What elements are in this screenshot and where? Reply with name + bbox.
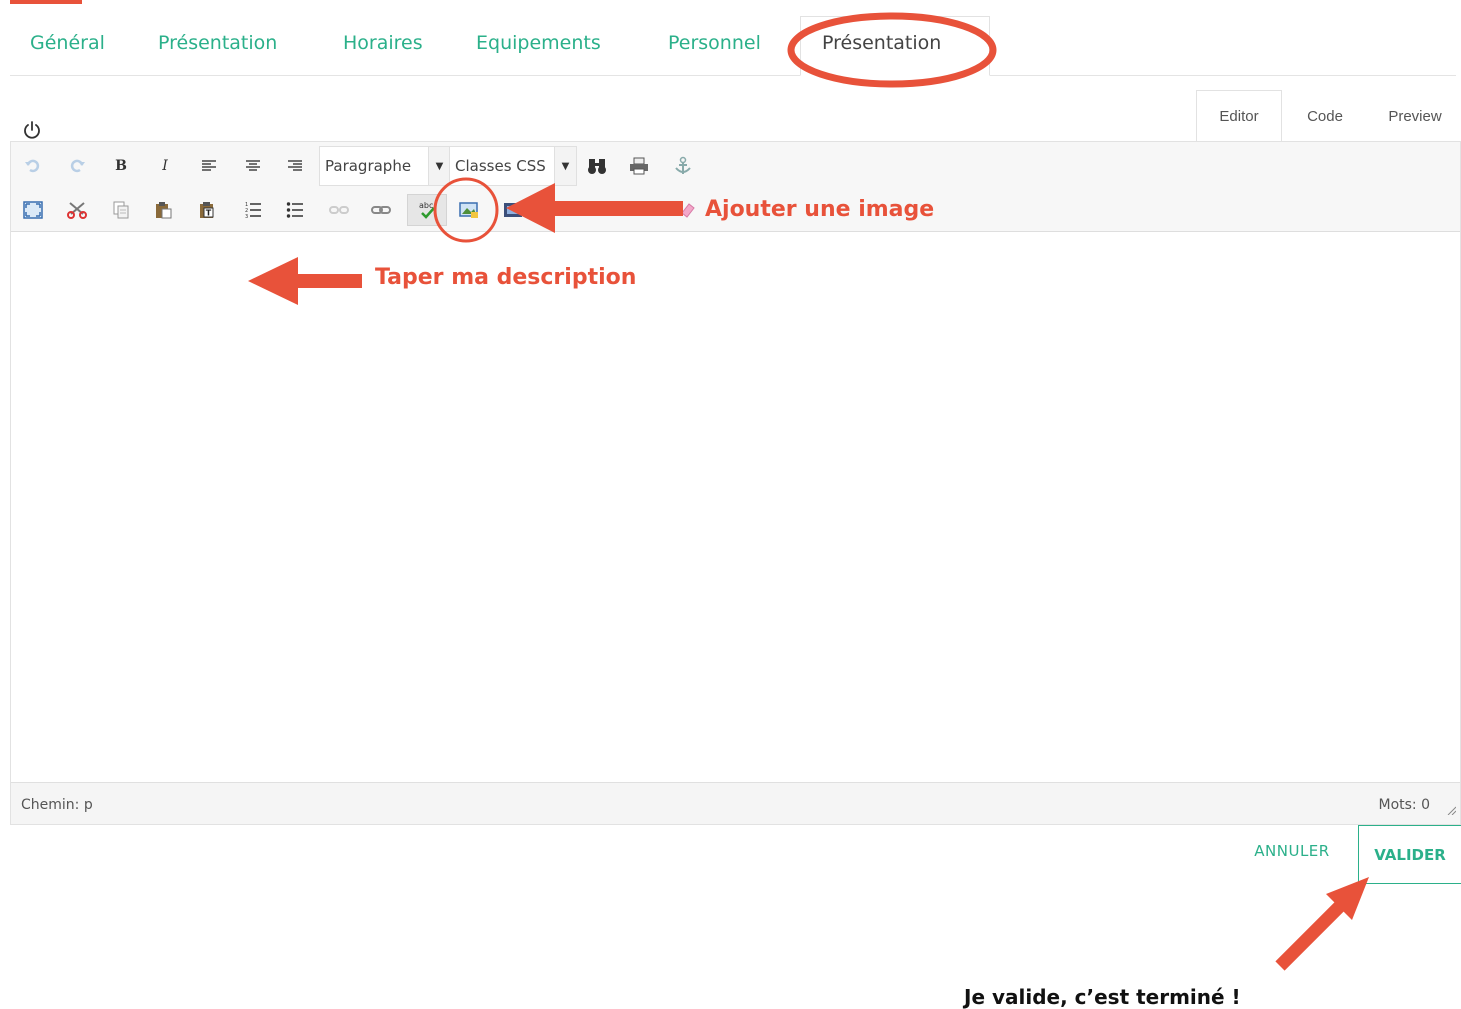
validate-button[interactable]: VALIDER xyxy=(1358,825,1461,884)
word-count: Mots: 0 xyxy=(1378,797,1430,813)
tab-presentation-active[interactable]: Présentation xyxy=(822,32,941,54)
link-icon[interactable] xyxy=(361,194,401,226)
element-path: Chemin: p xyxy=(21,797,93,813)
toolbar-row-1: B I Paragraphe ▼ Classes CSS ▼ xyxy=(11,144,1460,188)
align-left-icon[interactable] xyxy=(189,150,229,182)
fullscreen-icon[interactable] xyxy=(13,194,53,226)
tab-code[interactable]: Code xyxy=(1284,90,1366,142)
chevron-down-icon: ▼ xyxy=(554,147,576,185)
annotation-validate-done: Je valide, c’est terminé ! xyxy=(964,985,1241,1009)
css-class-select[interactable]: Classes CSS ▼ xyxy=(449,146,577,186)
italic-icon[interactable]: I xyxy=(145,150,185,182)
unordered-list-icon[interactable] xyxy=(275,194,315,226)
resize-handle-icon[interactable] xyxy=(1446,805,1456,815)
cut-icon[interactable] xyxy=(57,194,97,226)
copy-icon[interactable] xyxy=(101,194,141,226)
insert-image-icon[interactable] xyxy=(449,194,489,226)
css-class-select-value: Classes CSS xyxy=(455,157,546,175)
paste-text-icon[interactable]: T xyxy=(187,194,227,226)
tab-editor[interactable]: Editor xyxy=(1196,90,1282,142)
format-select[interactable]: Paragraphe ▼ xyxy=(319,146,451,186)
redo-icon[interactable] xyxy=(57,150,97,182)
tab-preview[interactable]: Preview xyxy=(1370,90,1460,142)
spellcheck-icon[interactable]: abc xyxy=(407,194,447,226)
tab-equipements[interactable]: Equipements xyxy=(476,32,601,54)
power-icon[interactable] xyxy=(22,120,42,140)
tab-bar: Général Présentation Horaires Equipement… xyxy=(10,16,1456,76)
svg-text:3: 3 xyxy=(245,214,248,219)
annotation-type-description: Taper ma description xyxy=(375,265,637,290)
media-icon[interactable] xyxy=(493,194,533,226)
chevron-down-icon: ▼ xyxy=(428,147,450,185)
top-accent-bar xyxy=(10,0,82,4)
svg-text:T: T xyxy=(206,209,212,218)
align-center-icon[interactable] xyxy=(233,150,273,182)
anchor-icon[interactable] xyxy=(663,150,703,182)
spellcheck-label: abc xyxy=(419,201,433,210)
paste-icon[interactable] xyxy=(143,194,183,226)
blank-button-2[interactable] xyxy=(625,194,665,226)
annotation-add-image: Ajouter une image xyxy=(705,197,935,222)
blank-button-1[interactable] xyxy=(581,194,621,226)
ordered-list-icon[interactable]: 123 xyxy=(233,194,273,226)
align-right-icon[interactable] xyxy=(275,150,315,182)
bold-icon[interactable]: B xyxy=(101,150,141,182)
find-icon[interactable] xyxy=(577,150,617,182)
cancel-button[interactable]: ANNULER xyxy=(1236,836,1348,866)
tab-presentation[interactable]: Présentation xyxy=(158,32,277,54)
tab-general[interactable]: Général xyxy=(30,32,105,54)
undo-icon[interactable] xyxy=(13,150,53,182)
tab-personnel[interactable]: Personnel xyxy=(668,32,761,54)
arrow-to-validate-button xyxy=(1275,877,1369,971)
editor-content-area[interactable] xyxy=(11,232,1460,784)
unlink-icon[interactable] xyxy=(319,194,359,226)
tab-horaires[interactable]: Horaires xyxy=(343,32,423,54)
print-icon[interactable] xyxy=(619,150,659,182)
eraser-icon[interactable] xyxy=(667,194,707,226)
editor-statusbar: Chemin: p Mots: 0 xyxy=(11,782,1460,824)
wysiwyg-editor: B I Paragraphe ▼ Classes CSS ▼ T 1 2 3 a… xyxy=(10,141,1461,825)
format-select-value: Paragraphe xyxy=(325,157,412,175)
